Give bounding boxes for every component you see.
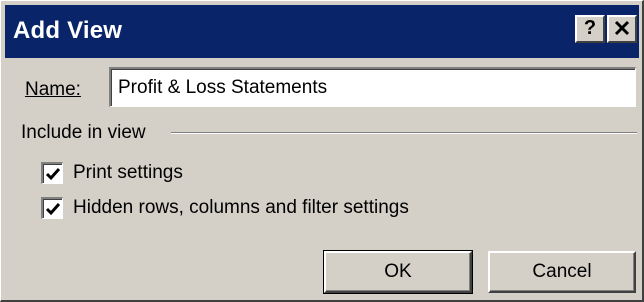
print-settings-checkbox[interactable]	[41, 162, 63, 184]
print-settings-label: Print settings	[73, 162, 183, 183]
hidden-rows-checkbox[interactable]	[41, 197, 63, 219]
name-label-text: Name:	[25, 79, 81, 100]
help-button[interactable]: ?	[575, 15, 605, 43]
checkmark-icon	[45, 167, 60, 180]
name-input[interactable]	[109, 67, 636, 107]
title-bar[interactable]: Add View ?	[5, 5, 639, 58]
name-label: Name:	[25, 78, 81, 102]
hidden-rows-label: Hidden rows, columns and filter settings	[73, 197, 409, 218]
hidden-rows-option[interactable]: Hidden rows, columns and filter settings	[41, 195, 409, 221]
cancel-button[interactable]: Cancel	[488, 251, 636, 293]
group-divider	[171, 132, 637, 134]
close-button[interactable]	[607, 15, 637, 43]
print-settings-option[interactable]: Print settings	[41, 160, 183, 186]
ok-button[interactable]: OK	[323, 250, 473, 294]
add-view-dialog: Add View ? Name: Include in view Print s…	[0, 0, 644, 302]
include-in-view-label: Include in view	[21, 121, 152, 145]
dialog-title: Add View	[13, 17, 123, 44]
checkmark-icon	[45, 202, 60, 215]
close-icon	[614, 20, 630, 36]
